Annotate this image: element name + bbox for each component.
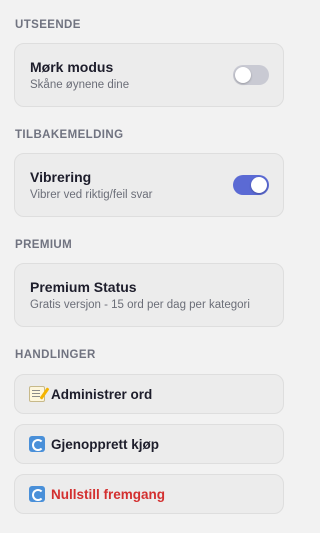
dark-mode-toggle[interactable] (233, 65, 269, 85)
dark-mode-title: Mørk modus (30, 59, 114, 75)
section-header-actions: HANDLINGER (15, 349, 96, 361)
vibration-title: Vibrering (30, 169, 92, 185)
restore-purchase-button[interactable]: Gjenopprett kjøp (14, 424, 284, 464)
premium-status-card[interactable]: Premium Status Gratis versjon - 15 ord p… (14, 263, 284, 327)
dark-mode-subtitle: Skåne øynene dine (30, 79, 130, 91)
dark-mode-card: Mørk modus Skåne øynene dine (14, 43, 284, 107)
manage-words-button[interactable]: Administrer ord (14, 374, 284, 414)
section-header-feedback: TILBAKEMELDING (15, 129, 124, 141)
vibration-subtitle: Vibrer ved riktig/feil svar (30, 189, 153, 201)
reset-progress-button[interactable]: Nullstill fremgang (14, 474, 284, 514)
restore-purchase-label: Gjenopprett kjøp (51, 436, 159, 452)
repeat-icon (29, 436, 45, 452)
vibration-card: Vibrering Vibrer ved riktig/feil svar (14, 153, 284, 217)
section-header-appearance: UTSEENDE (15, 19, 81, 31)
section-header-premium: PREMIUM (15, 239, 73, 251)
vibration-toggle[interactable] (233, 175, 269, 195)
toggle-knob (235, 67, 251, 83)
manage-words-label: Administrer ord (51, 386, 153, 402)
reset-progress-label: Nullstill fremgang (51, 486, 166, 502)
repeat-icon (29, 486, 45, 502)
toggle-knob (251, 177, 267, 193)
premium-status-title: Premium Status (30, 279, 137, 295)
premium-status-subtitle: Gratis versjon - 15 ord per dag per kate… (30, 299, 250, 311)
memo-icon (29, 386, 45, 402)
